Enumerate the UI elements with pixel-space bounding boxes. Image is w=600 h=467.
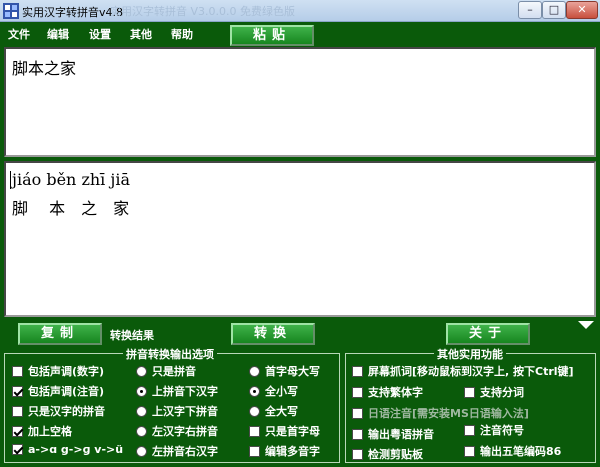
option-label: 左汉字右拼音 — [152, 425, 218, 438]
menu-file[interactable]: 文件 — [8, 26, 30, 42]
input-textarea[interactable]: 脚本之家 — [4, 47, 596, 157]
checkbox[interactable] — [12, 405, 23, 417]
radio[interactable] — [249, 405, 260, 417]
option-pinyin-above[interactable]: 上拼音下汉字 — [136, 383, 218, 399]
option-label: 包括声调(注音) — [28, 385, 105, 398]
checkbox[interactable] — [352, 448, 363, 460]
option-label: 支持分词 — [480, 386, 524, 399]
radio[interactable] — [136, 425, 147, 437]
title-bar[interactable]: 实用汉字转拼音v4.8 实用汉字转拼音 V3.0.0.0 免费绿色版 – □ ✕ — [0, 0, 600, 22]
option-zhuyin[interactable]: 注音符号 — [464, 422, 524, 438]
option-label: 注音符号 — [480, 424, 524, 437]
convert-button[interactable]: 转换 — [231, 323, 315, 345]
option-initials-only[interactable]: 只是首字母 — [249, 423, 320, 439]
checkbox[interactable] — [12, 385, 23, 397]
option-wubi[interactable]: 输出五笔编码86 — [464, 443, 561, 459]
close-button[interactable]: ✕ — [566, 1, 598, 19]
option-label: 首字母大写 — [265, 365, 320, 378]
output-textarea[interactable]: jiáo běn zhī jiā 脚 本 之 家 — [4, 161, 596, 317]
copy-button[interactable]: 复制 — [18, 323, 102, 345]
output-hanzi-line: 脚 本 之 家 — [12, 199, 130, 218]
paste-button[interactable]: 粘贴 — [230, 25, 314, 46]
option-label: 支持繁体字 — [368, 386, 423, 399]
option-label: 加上空格 — [28, 425, 72, 438]
radio[interactable] — [136, 365, 147, 377]
option-label: 日语注音[需安装MS日语输入法] — [368, 407, 529, 420]
radio[interactable] — [136, 445, 147, 457]
option-capitalize-first[interactable]: 首字母大写 — [249, 363, 320, 379]
radio[interactable] — [249, 385, 260, 397]
option-label: 左拼音右汉字 — [152, 445, 218, 458]
checkbox[interactable] — [12, 425, 23, 437]
option-word-separation[interactable]: 支持分词 — [464, 384, 524, 400]
option-cantonese[interactable]: 输出粤语拼音 — [352, 426, 434, 442]
app-icon — [3, 3, 19, 19]
option-label: 屏幕抓词[移动鼠标到汉字上, 按下Ctrl键] — [368, 365, 574, 378]
checkbox[interactable] — [249, 445, 260, 457]
menu-edit[interactable]: 编辑 — [47, 26, 69, 42]
minimize-button[interactable]: – — [518, 1, 542, 19]
checkbox[interactable] — [352, 428, 363, 440]
input-text: 脚本之家 — [12, 59, 77, 78]
option-clipboard[interactable]: 检测剪贴板 — [352, 446, 423, 462]
radio[interactable] — [249, 365, 260, 377]
window-title-ghost: 实用汉字转拼音 V3.0.0.0 免费绿色版 — [110, 5, 296, 18]
option-label: 上拼音下汉字 — [152, 385, 218, 398]
pinyin-options-title: 拼音转换输出选项 — [123, 346, 217, 362]
checkbox — [352, 407, 363, 419]
menu-other[interactable]: 其他 — [130, 26, 152, 42]
pinyin-options-group: 拼音转换输出选项 包括声调(数字) 包括声调(注音) 只是汉字的拼音 加上空格 … — [4, 346, 340, 463]
checkbox[interactable] — [352, 386, 363, 398]
text-caret — [10, 171, 11, 189]
menu-help[interactable]: 帮助 — [171, 26, 193, 42]
output-pinyin-line: jiáo běn zhī jiā — [12, 170, 130, 189]
option-lowercase[interactable]: 全小写 — [249, 383, 298, 399]
option-tone-mark[interactable]: 包括声调(注音) — [12, 383, 104, 399]
option-label: 检测剪贴板 — [368, 448, 423, 461]
option-label: 包括声调(数字) — [28, 365, 105, 378]
checkbox[interactable] — [352, 365, 363, 377]
result-label: 转换结果 — [110, 329, 154, 342]
other-functions-title: 其他实用功能 — [434, 346, 506, 362]
option-hanzi-left[interactable]: 左汉字右拼音 — [136, 423, 218, 439]
maximize-button[interactable]: □ — [542, 1, 566, 19]
option-hanzi-only[interactable]: 只是汉字的拼音 — [12, 403, 105, 419]
option-pinyin-only[interactable]: 只是拼音 — [136, 363, 196, 379]
option-label: 全大写 — [265, 405, 298, 418]
option-label: 输出粤语拼音 — [368, 428, 434, 441]
option-edit-polyphone[interactable]: 编辑多音字 — [249, 443, 320, 459]
option-label: 编辑多音字 — [265, 445, 320, 458]
option-traditional[interactable]: 支持繁体字 — [352, 384, 423, 400]
window-title: 实用汉字转拼音v4.8 — [22, 6, 124, 19]
other-functions-group: 其他实用功能 屏幕抓词[移动鼠标到汉字上, 按下Ctrl键] 支持繁体字 支持分… — [345, 346, 596, 463]
option-letter-replace[interactable]: a->ɑ g->ɡ v->ü — [12, 443, 123, 456]
option-label: 只是拼音 — [152, 365, 196, 378]
option-label: 只是首字母 — [265, 425, 320, 438]
checkbox[interactable] — [12, 444, 23, 455]
option-uppercase[interactable]: 全大写 — [249, 403, 298, 419]
radio[interactable] — [136, 405, 147, 417]
option-label: 全小写 — [265, 385, 298, 398]
option-label: 上汉字下拼音 — [152, 405, 218, 418]
checkbox[interactable] — [464, 386, 475, 398]
option-tone-numeric[interactable]: 包括声调(数字) — [12, 363, 104, 379]
checkbox[interactable] — [12, 365, 23, 377]
checkbox[interactable] — [249, 425, 260, 437]
option-label: 输出五笔编码86 — [480, 445, 562, 458]
option-add-space[interactable]: 加上空格 — [12, 423, 72, 439]
collapse-arrow-icon[interactable] — [574, 319, 598, 331]
checkbox[interactable] — [464, 445, 475, 457]
menu-settings[interactable]: 设置 — [89, 26, 111, 42]
option-screen-capture[interactable]: 屏幕抓词[移动鼠标到汉字上, 按下Ctrl键] — [352, 363, 574, 379]
checkbox[interactable] — [464, 424, 475, 436]
option-label: 只是汉字的拼音 — [28, 405, 105, 418]
option-japanese: 日语注音[需安装MS日语输入法] — [352, 405, 529, 421]
option-pinyin-left[interactable]: 左拼音右汉字 — [136, 443, 218, 459]
about-button[interactable]: 关于 — [446, 323, 530, 345]
option-hanzi-above[interactable]: 上汉字下拼音 — [136, 403, 218, 419]
radio[interactable] — [136, 385, 147, 397]
option-label: a->ɑ g->ɡ v->ü — [28, 443, 124, 456]
